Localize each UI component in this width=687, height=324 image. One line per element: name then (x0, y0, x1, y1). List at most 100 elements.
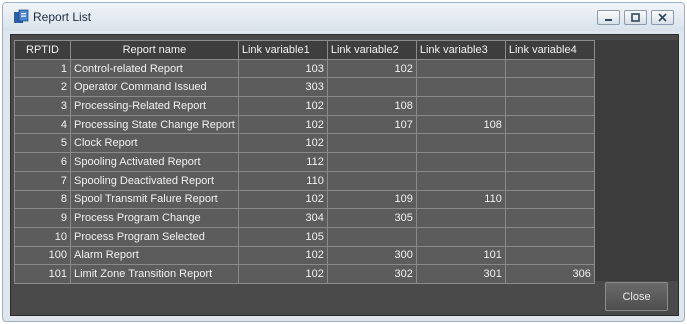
table-row[interactable]: 101 Limit Zone Transition Report 102 302… (14, 264, 595, 284)
table-row[interactable]: 100 Alarm Report 102 300 101 (14, 245, 595, 266)
table-row[interactable]: 2 Operator Command Issued 303 (14, 77, 595, 98)
cell-link-variable3 (415, 170, 506, 191)
app-icon (14, 9, 29, 23)
cell-link-variable2: 109 (326, 189, 417, 210)
cell-link-variable1: 303 (237, 77, 328, 98)
cell-link-variable2 (326, 170, 417, 191)
cell-rptid: 101 (14, 264, 71, 284)
cell-rptid: 9 (14, 208, 71, 228)
table-row[interactable]: 4 Processing State Change Report 102 107… (14, 114, 595, 135)
cell-rptid: 10 (14, 226, 71, 247)
cell-link-variable1: 102 (237, 96, 328, 116)
cell-link-variable4 (504, 133, 595, 154)
maximize-button[interactable] (624, 10, 647, 25)
table-row[interactable]: 10 Process Program Selected 105 (14, 226, 595, 247)
cell-report-name: Operator Command Issued (70, 77, 239, 98)
cell-link-variable4 (504, 58, 595, 79)
column-header-link-variable4[interactable]: Link variable4 (504, 40, 595, 60)
cell-link-variable4 (504, 114, 595, 135)
cell-link-variable3 (415, 96, 506, 116)
cell-link-variable4 (504, 189, 595, 210)
cell-link-variable2 (326, 152, 417, 172)
cell-link-variable3: 301 (415, 264, 506, 284)
cell-report-name: Process Program Change (70, 208, 239, 228)
close-button[interactable]: Close (605, 282, 668, 311)
cell-link-variable2 (326, 226, 417, 247)
window-content: RPTID Report name Link variable1 Link va… (10, 34, 679, 316)
cell-link-variable4 (504, 77, 595, 98)
cell-link-variable1: 102 (237, 189, 328, 210)
column-header-rptid[interactable]: RPTID (14, 40, 71, 60)
cell-report-name: Control-related Report (70, 58, 239, 79)
column-header-report-name[interactable]: Report name (70, 40, 239, 60)
maximize-icon (631, 13, 640, 22)
cell-link-variable3 (415, 58, 506, 79)
column-header-link-variable2[interactable]: Link variable2 (326, 40, 417, 60)
column-header-link-variable1[interactable]: Link variable1 (237, 40, 328, 60)
cell-report-name: Spooling Activated Report (70, 152, 239, 172)
minimize-icon (605, 19, 612, 21)
cell-link-variable4 (504, 170, 595, 191)
cell-link-variable1: 110 (237, 170, 328, 191)
cell-report-name: Processing-Related Report (70, 96, 239, 116)
cell-rptid: 100 (14, 245, 71, 266)
cell-link-variable2: 108 (326, 96, 417, 116)
report-table: RPTID Report name Link variable1 Link va… (14, 40, 595, 284)
cell-link-variable1: 102 (237, 245, 328, 266)
cell-report-name: Clock Report (70, 133, 239, 154)
cell-report-name: Limit Zone Transition Report (70, 264, 239, 284)
cell-link-variable3: 108 (415, 114, 506, 135)
cell-link-variable3 (415, 152, 506, 172)
cell-report-name: Alarm Report (70, 245, 239, 266)
cell-link-variable2: 102 (326, 58, 417, 79)
cell-link-variable3 (415, 133, 506, 154)
cell-rptid: 2 (14, 77, 71, 98)
table-row[interactable]: 1 Control-related Report 103 102 (14, 58, 595, 79)
cell-rptid: 8 (14, 189, 71, 210)
cell-link-variable4 (504, 226, 595, 247)
cell-link-variable4 (504, 152, 595, 172)
cell-link-variable2 (326, 133, 417, 154)
table-row[interactable]: 9 Process Program Change 304 305 (14, 208, 595, 228)
table-row[interactable]: 8 Spool Transmit Falure Report 102 109 1… (14, 189, 595, 210)
cell-link-variable1: 102 (237, 264, 328, 284)
cell-report-name: Process Program Selected (70, 226, 239, 247)
cell-link-variable3 (415, 208, 506, 228)
cell-link-variable3 (415, 77, 506, 98)
cell-link-variable4: 306 (504, 264, 595, 284)
cell-rptid: 4 (14, 114, 71, 135)
cell-link-variable1: 105 (237, 226, 328, 247)
table-row[interactable]: 3 Processing-Related Report 102 108 (14, 96, 595, 116)
cell-link-variable3: 110 (415, 189, 506, 210)
cell-link-variable3 (415, 226, 506, 247)
cell-link-variable1: 112 (237, 152, 328, 172)
cell-report-name: Spool Transmit Falure Report (70, 189, 239, 210)
window-title: Report List (33, 10, 92, 24)
cell-rptid: 7 (14, 170, 71, 191)
cell-rptid: 3 (14, 96, 71, 116)
report-grid[interactable]: RPTID Report name Link variable1 Link va… (14, 40, 678, 284)
report-list-window: Report List RPTID Report name Link varia… (2, 2, 685, 322)
cell-link-variable4 (504, 96, 595, 116)
cell-link-variable1: 102 (237, 114, 328, 135)
cell-link-variable2: 300 (326, 245, 417, 266)
close-window-button[interactable] (651, 10, 674, 25)
cell-rptid: 6 (14, 152, 71, 172)
table-row[interactable]: 7 Spooling Deactivated Report 110 (14, 170, 595, 191)
cell-rptid: 5 (14, 133, 71, 154)
cell-link-variable3: 101 (415, 245, 506, 266)
cell-link-variable4 (504, 245, 595, 266)
cell-link-variable2: 107 (326, 114, 417, 135)
cell-link-variable2 (326, 77, 417, 98)
cell-rptid: 1 (14, 58, 71, 79)
column-header-link-variable3[interactable]: Link variable3 (415, 40, 506, 60)
cell-link-variable4 (504, 208, 595, 228)
cell-link-variable1: 304 (237, 208, 328, 228)
close-icon (658, 13, 667, 22)
header-row: RPTID Report name Link variable1 Link va… (14, 40, 595, 60)
table-row[interactable]: 5 Clock Report 102 (14, 133, 595, 154)
cell-link-variable2: 305 (326, 208, 417, 228)
minimize-button[interactable] (597, 10, 620, 25)
title-bar[interactable]: Report List (3, 3, 684, 31)
table-row[interactable]: 6 Spooling Activated Report 112 (14, 152, 595, 172)
